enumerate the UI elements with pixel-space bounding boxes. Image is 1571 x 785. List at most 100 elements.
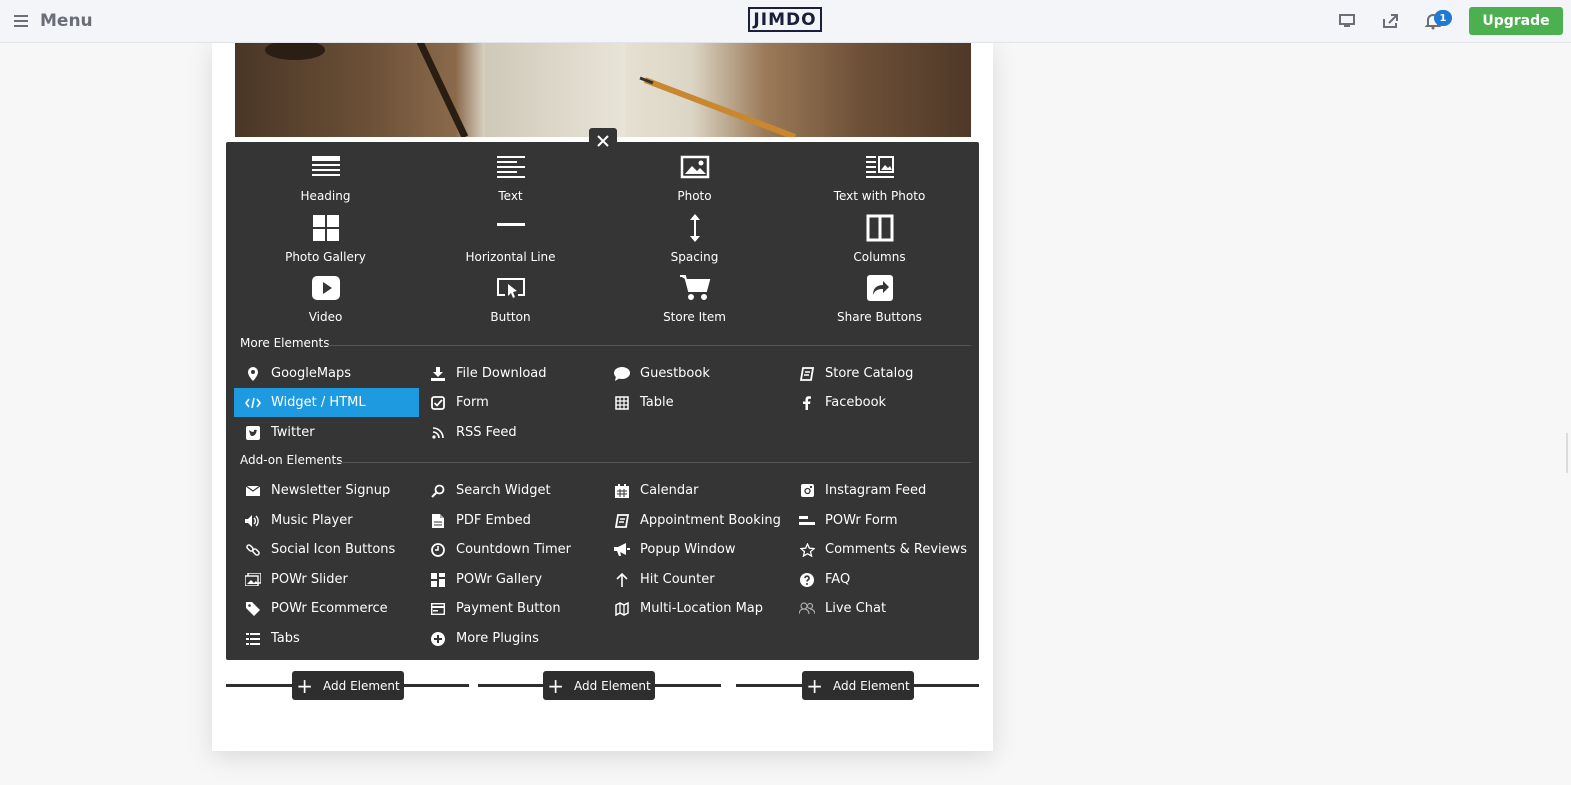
element-popup-window[interactable]: Popup Window <box>603 535 788 564</box>
add-element-label: Add Element <box>574 678 651 693</box>
element-label: Text with Photo <box>833 189 926 203</box>
element-music-player[interactable]: Music Player <box>234 506 419 535</box>
element-share-buttons[interactable]: Share Buttons <box>787 273 972 333</box>
element-multi-location-map[interactable]: Multi-Location Map <box>603 594 788 623</box>
checkbox-icon <box>431 395 445 410</box>
add-element-label: Add Element <box>323 678 400 693</box>
map-pin-icon <box>248 366 258 381</box>
map-icon <box>615 601 629 616</box>
element-pdf-embed[interactable]: PDF Embed <box>419 506 604 535</box>
element-store-item[interactable]: Store Item <box>602 273 787 333</box>
add-element-button[interactable]: + Add Element <box>292 671 404 700</box>
list-icon <box>246 632 260 645</box>
element-button[interactable]: Button <box>418 273 603 333</box>
element-label: Form <box>456 395 489 410</box>
add-element-button[interactable]: + Add Element <box>543 671 655 700</box>
text-icon <box>496 156 525 178</box>
element-twitter[interactable]: Twitter <box>234 418 419 447</box>
notification-badge: 1 <box>1434 10 1452 26</box>
calendar-icon <box>615 483 629 498</box>
element-powr-form[interactable]: POWr Form <box>788 506 973 535</box>
element-label: Button <box>490 310 531 324</box>
element-label: Hit Counter <box>640 572 715 587</box>
element-columns[interactable]: Columns <box>787 213 972 273</box>
element-appointment-booking[interactable]: Appointment Booking <box>603 506 788 535</box>
element-spacing[interactable]: Spacing <box>602 213 787 273</box>
element-search-widget[interactable]: Search Widget <box>419 476 604 505</box>
element-store-catalog[interactable]: Store Catalog <box>788 359 973 388</box>
element-newsletter-signup[interactable]: Newsletter Signup <box>234 476 419 505</box>
element-comments-reviews[interactable]: Comments & Reviews <box>788 535 973 564</box>
element-photo[interactable]: Photo <box>602 152 787 212</box>
element-calendar[interactable]: Calendar <box>603 476 788 505</box>
menu-icon <box>14 15 28 27</box>
element-label: Comments & Reviews <box>825 542 968 557</box>
divider <box>324 345 971 346</box>
element-powr-ecommerce[interactable]: POWr Ecommerce <box>234 594 419 623</box>
element-countdown-timer[interactable]: Countdown Timer <box>419 535 604 564</box>
element-powr-gallery[interactable]: POWr Gallery <box>419 565 604 594</box>
photo-icon <box>680 155 709 179</box>
element-label: Music Player <box>271 513 353 528</box>
element-label: Countdown Timer <box>456 542 571 557</box>
element-label: PDF Embed <box>456 513 531 528</box>
element-facebook[interactable]: Facebook <box>788 388 973 417</box>
element-rss-feed[interactable]: RSS Feed <box>419 418 604 447</box>
element-instagram-feed[interactable]: Instagram Feed <box>788 476 973 505</box>
element-label: Photo <box>677 189 712 203</box>
menu-button[interactable]: Menu <box>14 11 93 31</box>
element-faq[interactable]: FAQ <box>788 565 973 594</box>
element-label: Social Icon Buttons <box>271 542 396 557</box>
element-guestbook[interactable]: Guestbook <box>603 359 788 388</box>
element-label: Widget / HTML <box>271 395 366 410</box>
close-panel-button[interactable] <box>589 128 617 154</box>
element-widget-html[interactable]: Widget / HTML <box>234 388 419 417</box>
element-text[interactable]: Text <box>418 152 603 212</box>
element-social-icon-buttons[interactable]: Social Icon Buttons <box>234 535 419 564</box>
share-icon[interactable] <box>1381 12 1399 30</box>
element-powr-slider[interactable]: POWr Slider <box>234 565 419 594</box>
addon-elements-title: Add-on Elements <box>240 453 343 467</box>
element-label: Appointment Booking <box>640 513 781 528</box>
element-text-with-photo[interactable]: Text with Photo <box>787 152 972 212</box>
element-label: POWr Ecommerce <box>271 601 388 616</box>
element-label: Multi-Location Map <box>640 601 764 616</box>
element-table[interactable]: Table <box>603 388 788 417</box>
plus-icon: + <box>806 673 824 698</box>
element-tabs[interactable]: Tabs <box>234 624 419 653</box>
element-form[interactable]: Form <box>419 388 604 417</box>
element-hit-counter[interactable]: Hit Counter <box>603 565 788 594</box>
element-more-plugins[interactable]: More Plugins <box>419 624 604 653</box>
element-label: Live Chat <box>825 601 887 616</box>
element-photo-gallery[interactable]: Photo Gallery <box>233 213 418 273</box>
jimdo-logo[interactable]: JIMDO <box>748 7 822 32</box>
desktop-preview-icon[interactable] <box>1338 12 1356 30</box>
menu-label: Menu <box>40 11 93 31</box>
element-label: Share Buttons <box>837 310 922 324</box>
video-icon <box>311 276 340 300</box>
element-label: Store Catalog <box>825 366 914 381</box>
element-video[interactable]: Video <box>233 273 418 333</box>
clock-icon <box>431 542 445 557</box>
element-payment-button[interactable]: Payment Button <box>419 594 604 623</box>
element-label: More Plugins <box>456 631 539 646</box>
upgrade-button[interactable]: Upgrade <box>1469 7 1563 35</box>
scrollbar[interactable] <box>1566 433 1568 473</box>
element-googlemaps[interactable]: GoogleMaps <box>234 359 419 388</box>
element-horizontal-line[interactable]: Horizontal Line <box>418 213 603 273</box>
element-heading[interactable]: Heading <box>233 152 418 212</box>
columns-icon <box>866 214 893 242</box>
plus-icon: + <box>296 673 314 698</box>
chat-users-icon <box>799 602 815 615</box>
element-label: Calendar <box>640 483 699 498</box>
element-label: Popup Window <box>640 542 736 557</box>
payment-icon <box>431 602 445 615</box>
element-label: POWr Form <box>825 513 898 528</box>
add-element-button[interactable]: + Add Element <box>802 671 914 700</box>
element-label: Table <box>640 395 674 410</box>
search-icon <box>431 484 445 498</box>
star-icon <box>799 542 815 557</box>
top-bar: Menu JIMDO 1 Upgrade <box>0 0 1571 43</box>
element-live-chat[interactable]: Live Chat <box>788 594 973 623</box>
element-file-download[interactable]: File Download <box>419 359 604 388</box>
